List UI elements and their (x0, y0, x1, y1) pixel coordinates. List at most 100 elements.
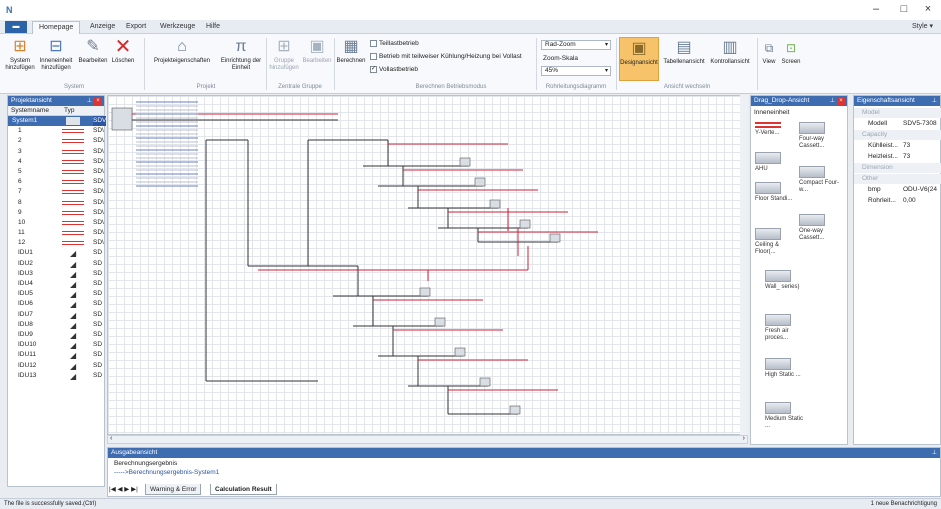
indoor-unit[interactable] (509, 405, 521, 415)
calculate-button[interactable]: ▦ Berechnen (336, 38, 366, 65)
delete-button[interactable]: ✕ Löschen (108, 37, 138, 65)
tree-item[interactable]: 11 SD\ (8, 228, 104, 238)
property-category[interactable]: Model (854, 108, 941, 118)
unit-setup-button[interactable]: π Einrichtung der Einheit (218, 38, 264, 72)
dd-item-floor-standing[interactable]: Floor Standi... (755, 182, 797, 203)
tree-item[interactable]: IDU4 ◢ SD (8, 279, 104, 289)
tree-item[interactable]: 12 SD\ (8, 238, 104, 248)
property-value[interactable]: ODU-V6(24 (903, 185, 937, 195)
minimize-button[interactable]: – (868, 3, 884, 17)
checkbox-partial-cooling[interactable]: Betrieb mit teilweiser Kühlung/Heizung b… (370, 53, 522, 60)
tree-item[interactable]: IDU10 ◢ SD (8, 340, 104, 350)
tree-item[interactable]: 2 SD\ (8, 136, 104, 146)
view-button[interactable]: ⧉ View (760, 39, 778, 66)
dd-item-wall[interactable]: Wall_ series) (765, 270, 807, 291)
control-view-button[interactable]: ▥ Kontrollansicht (708, 39, 752, 66)
tab-hilfe[interactable]: Hilfe (200, 21, 226, 34)
property-row[interactable]: bmp ODU-V6(24 (854, 185, 941, 195)
indoor-unit[interactable] (519, 219, 531, 229)
app-menu-button[interactable]: ▬ (5, 21, 27, 33)
pin-icon[interactable]: ⊥ (932, 448, 937, 458)
add-system-button[interactable]: ⊞ System hinzufügen (4, 38, 36, 72)
dd-item-ceiling-floor[interactable]: Ceiling & Floor(... (755, 228, 797, 256)
tree-item[interactable]: IDU2 ◢ SD (8, 259, 104, 269)
vertical-scrollbar[interactable] (740, 95, 748, 435)
property-category[interactable]: Other (854, 174, 941, 184)
indoor-unit[interactable] (459, 157, 471, 167)
tree-item-system[interactable]: System1 SDV (8, 116, 107, 127)
column-header-systemname[interactable]: Systemname (11, 106, 49, 116)
dd-item-high-static[interactable]: High Static ... (765, 358, 807, 379)
add-group-button[interactable]: ⊞ Gruppe hinzufügen (268, 38, 300, 72)
tree-item[interactable]: 1 SD\ (8, 126, 104, 136)
indoor-unit[interactable] (489, 199, 501, 209)
property-category[interactable]: Capacity (854, 130, 941, 140)
property-row[interactable]: Heizleist... 73 (854, 152, 941, 162)
indoor-unit[interactable] (479, 377, 491, 387)
tab-export[interactable]: Export (120, 21, 152, 34)
pin-icon[interactable]: ⊥ (87, 96, 92, 106)
add-indoor-unit-button[interactable]: ⊟ Inneneinheit hinzufügen (38, 38, 74, 72)
property-row[interactable]: Rohrleit... 0,00 (854, 196, 941, 206)
tree-item[interactable]: 6 SD\ (8, 177, 104, 187)
tab-werkzeuge[interactable]: Werkzeuge (154, 21, 201, 34)
tree-item[interactable]: 8 SD\ (8, 198, 104, 208)
outdoor-unit[interactable] (111, 107, 133, 131)
dd-item-four-way-cassette[interactable]: Four-way Cassett... (799, 122, 841, 150)
notification-status[interactable]: 1 neue Benachrichtigung (871, 499, 937, 509)
design-view-button[interactable]: ▣ Designansicht (619, 37, 659, 81)
tree-item[interactable]: IDU1 ◢ SD (8, 248, 104, 258)
tab-anzeige[interactable]: Anzeige (84, 21, 121, 34)
pin-icon[interactable]: ⊥ (830, 96, 835, 106)
tree-item[interactable]: 10 SD\ (8, 218, 104, 228)
tree-item[interactable]: 5 SD\ (8, 167, 104, 177)
tree-item[interactable]: 7 SD\ (8, 187, 104, 197)
close-icon[interactable]: × (837, 97, 845, 105)
table-view-button[interactable]: ▤ Tabellenansicht (662, 39, 706, 66)
zoom-mode-select[interactable]: Rad-Zoom ▾ (541, 40, 611, 50)
indoor-unit[interactable] (549, 233, 561, 243)
dd-item-medium-static[interactable]: Medium Static ... (765, 402, 807, 430)
dd-item-compact-four-way[interactable]: Compact Four-w... (799, 166, 841, 194)
style-menu[interactable]: Style ▾ (912, 22, 933, 30)
tree-item[interactable]: 4 SD\ (8, 157, 104, 167)
dd-item-y-branch[interactable]: Y-Verte... (755, 122, 797, 137)
property-row[interactable]: Kühlleist... 73 (854, 141, 941, 151)
screen-button[interactable]: ⊡ Screen (780, 39, 802, 66)
checkbox-box[interactable] (370, 53, 377, 60)
output-line-system[interactable]: ----->Berechnungsergebnis-System1 (114, 469, 219, 476)
tree-item[interactable]: IDU5 ◢ SD (8, 289, 104, 299)
property-category[interactable]: Dimension (854, 163, 941, 173)
property-value[interactable]: 73 (903, 152, 910, 162)
tree-item[interactable]: IDU12 ◢ SD (8, 361, 104, 371)
checkbox-partial-load[interactable]: Teillastbetrieb (370, 40, 419, 47)
property-row[interactable]: Modell SDV5-7308 (854, 119, 941, 129)
piping-diagram[interactable] (108, 96, 748, 435)
tab-calculation-result[interactable]: Calculation Result (210, 484, 277, 495)
zoom-scale-select[interactable]: 45% ▾ (541, 66, 611, 76)
tree-item[interactable]: IDU3 ◢ SD (8, 269, 104, 279)
piping-diagram-canvas[interactable] (107, 95, 748, 435)
tree-item[interactable]: IDU8 ◢ SD (8, 320, 104, 330)
edit-button[interactable]: ✎ Bearbeiten (78, 38, 108, 65)
tree-item[interactable]: IDU7 ◢ SD (8, 310, 104, 320)
checkbox-box-checked[interactable]: ✓ (370, 66, 377, 73)
indoor-unit[interactable] (419, 287, 431, 297)
tab-navigation-arrows[interactable]: |◀ ◀ ▶ ▶| (109, 485, 138, 493)
tree-item[interactable]: IDU11 ◢ SD (8, 350, 104, 360)
tab-warning-error[interactable]: Warning & Error (145, 484, 202, 495)
close-button[interactable]: × (920, 3, 936, 17)
tab-homepage[interactable]: Homepage (32, 21, 81, 34)
tree-item[interactable]: 9 SD\ (8, 208, 104, 218)
property-value[interactable]: 0,00 (903, 196, 916, 206)
close-icon[interactable]: × (94, 97, 102, 105)
property-value[interactable]: 73 (903, 141, 910, 151)
scroll-right-icon[interactable]: › (743, 435, 745, 442)
edit-group-button[interactable]: ▣ Bearbeiten (302, 38, 332, 65)
checkbox-box[interactable] (370, 40, 377, 47)
tree-item[interactable]: IDU13 ◢ SD (8, 371, 104, 381)
project-properties-button[interactable]: ⌂ Projekteigenschaften (148, 38, 216, 65)
dd-item-fresh-air[interactable]: Fresh air proces... (765, 314, 807, 342)
tree-item[interactable]: IDU6 ◢ SD (8, 299, 104, 309)
dd-item-ahu[interactable]: AHU (755, 152, 797, 173)
